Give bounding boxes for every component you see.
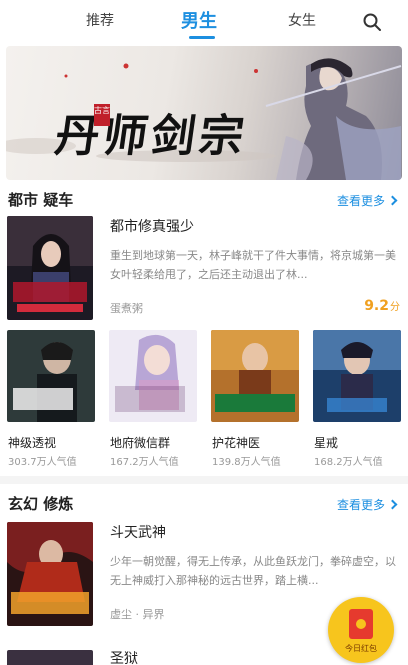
book-popularity: 168.2万人气值: [314, 457, 383, 468]
book-description: 少年一朝觉醒，得无上传承，从此鱼跃龙门，拳碎虚空，以无上神威打入那神秘的远古世界…: [110, 555, 396, 587]
top-nav: 推荐 男生 女生: [0, 0, 408, 44]
search-icon[interactable]: [362, 12, 382, 32]
grid-book-4[interactable]: 星戒 168.2万人气值: [313, 330, 405, 470]
book-cover: [7, 522, 93, 626]
active-tab-indicator: [189, 36, 215, 39]
tab-male[interactable]: 男生: [181, 7, 217, 33]
book-cover: [7, 330, 95, 422]
banner-seal: 古言: [94, 104, 110, 126]
view-more-link[interactable]: 查看更多: [336, 192, 398, 209]
grid-book-2[interactable]: 地府微信群 167.2万人气值: [109, 330, 201, 470]
section-title: 都市 疑车: [8, 191, 74, 209]
book-score: 9.2分: [364, 298, 400, 314]
book-author: 蛋煮粥: [110, 302, 143, 315]
book-author: 虚尘 · 异界: [110, 608, 165, 621]
tab-recommend[interactable]: 推荐: [86, 10, 114, 30]
view-more-link[interactable]: 查看更多: [336, 496, 398, 513]
red-envelope-icon: [349, 609, 373, 639]
view-more-label: 查看更多: [336, 194, 385, 208]
book-popularity: 303.7万人气值: [8, 457, 77, 468]
section-header-urban: 都市 疑车 查看更多: [0, 184, 408, 214]
book-cover: [7, 650, 93, 665]
banner-title: 丹师剑宗: [51, 111, 251, 162]
book-title: 都市修真强少: [110, 219, 194, 235]
chevron-right-icon: [387, 499, 398, 510]
section-header-fantasy: 玄幻 修炼 查看更多: [0, 488, 408, 518]
book-popularity: 167.2万人气值: [110, 457, 179, 468]
book-title: 星戒: [314, 436, 339, 450]
book-popularity: 139.8万人气值: [212, 457, 281, 468]
view-more-label: 查看更多: [336, 498, 385, 512]
book-cover: [109, 330, 197, 422]
book-title: 护花神医: [212, 436, 261, 450]
book-cover: [313, 330, 401, 422]
book-grid: 神级透视 303.7万人气值 地府微信群 167.2万人气值 护花神医 139.…: [0, 330, 408, 470]
grid-book-3[interactable]: 护花神医 139.8万人气值: [211, 330, 303, 470]
promo-banner[interactable]: 丹师剑宗 古言: [6, 46, 402, 180]
tab-female[interactable]: 女生: [288, 10, 316, 30]
chevron-right-icon: [387, 195, 398, 206]
daily-red-packet-button[interactable]: 今日红包: [328, 597, 394, 663]
score-unit: 分: [390, 302, 400, 313]
book-title: 地府微信群: [110, 436, 171, 450]
book-title: 神级透视: [8, 436, 57, 450]
score-value: 9.2: [364, 298, 389, 314]
featured-book[interactable]: 都市修真强少 重生到地球第一天，林子峰就干了件大事情，将京城第一美女叶轻柔给甩了…: [0, 216, 408, 324]
section-divider: [0, 476, 408, 484]
grid-book-1[interactable]: 神级透视 303.7万人气值: [7, 330, 99, 470]
book-cover: [7, 216, 93, 320]
book-description: 重生到地球第一天，林子峰就干了件大事情，将京城第一美女叶轻柔给甩了，之后还主动退…: [110, 249, 396, 281]
book-title: 圣狱: [110, 651, 138, 665]
red-packet-label: 今日红包: [345, 644, 377, 653]
book-cover: [211, 330, 299, 422]
section-title: 玄幻 修炼: [8, 495, 74, 513]
book-title: 斗天武神: [110, 525, 166, 541]
